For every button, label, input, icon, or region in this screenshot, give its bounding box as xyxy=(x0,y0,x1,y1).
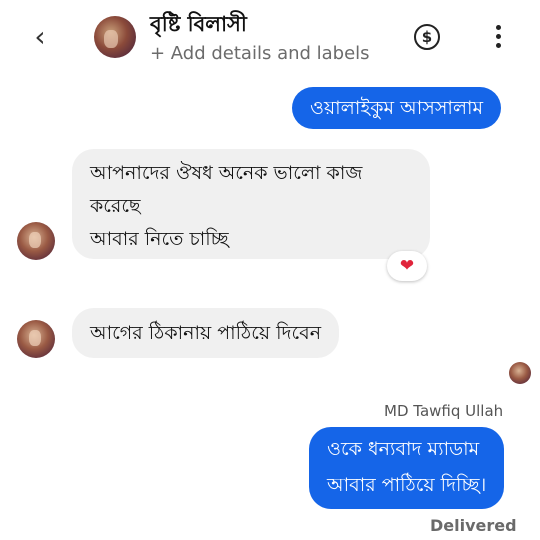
seen-avatar xyxy=(509,362,531,384)
sender-avatar[interactable] xyxy=(17,222,55,260)
delivery-status: Delivered xyxy=(430,516,517,535)
outgoing-message-bubble[interactable]: ওয়ালাইকুম আসসালাম xyxy=(292,87,502,129)
chevron-left-icon: ‹ xyxy=(34,20,46,53)
message-line: ওকে ধন্যবাদ ম্যাডাম xyxy=(327,438,480,460)
more-vertical-icon[interactable] xyxy=(488,22,508,52)
heart-reaction-icon[interactable]: ❤ xyxy=(387,251,427,281)
incoming-message-bubble[interactable]: আগের ঠিকানায় পাঠিয়ে দিবেন xyxy=(72,308,340,358)
contact-name[interactable]: বৃষ্টি বিলাসী xyxy=(150,8,247,43)
outgoing-message-bubble[interactable]: ওকে ধন্যবাদ ম্যাডাম আবার পাঠিয়ে দিচ্ছি। xyxy=(309,427,505,509)
message-line: আবার নিতে চাচ্ছি xyxy=(90,228,229,250)
sender-name: MD Tawfiq Ullah xyxy=(384,402,504,420)
chat-header: ‹ বৃষ্টি বিলাসী + Add details and labels… xyxy=(0,0,540,76)
message-text: ওয়ালাইকুম আসসালাম xyxy=(310,97,484,119)
incoming-message-bubble[interactable]: আপনাদের ঔষধ অনেক ভালো কাজ করেছে আবার নিত… xyxy=(72,149,430,259)
add-details-link[interactable]: + Add details and labels xyxy=(150,43,370,64)
contact-avatar[interactable] xyxy=(94,16,136,58)
message-text: আগের ঠিকানায় পাঠিয়ে দিবেন xyxy=(90,322,322,344)
dollar-circle-icon[interactable]: $ xyxy=(414,24,440,50)
back-button[interactable]: ‹ xyxy=(28,22,52,52)
sender-avatar[interactable] xyxy=(17,320,55,358)
message-line: করেছে xyxy=(90,195,141,217)
message-line: আপনাদের ঔষধ অনেক ভালো কাজ xyxy=(90,162,363,184)
message-line: আবার পাঠিয়ে দিচ্ছি। xyxy=(327,474,487,496)
